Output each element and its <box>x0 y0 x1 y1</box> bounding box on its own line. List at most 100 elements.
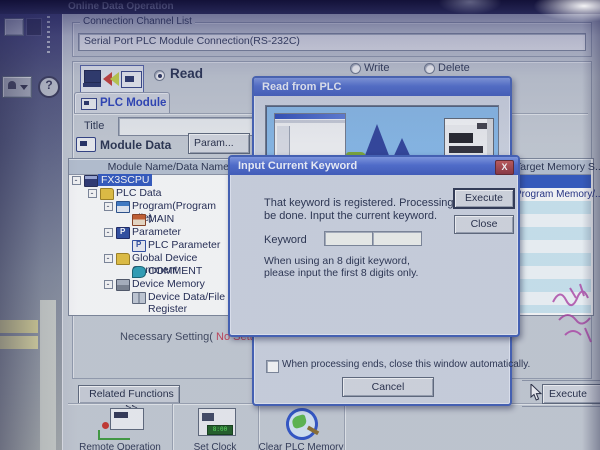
close-button[interactable]: X <box>495 160 514 175</box>
clear-plc-memory-button[interactable]: Clear PLC Memory <box>258 404 344 450</box>
magnifier-handle <box>306 425 320 436</box>
user-dropdown-button[interactable] <box>2 76 32 98</box>
connection-channel-field[interactable]: Serial Port PLC Module Connection(RS-232… <box>78 33 586 51</box>
toolbar-dark-button[interactable] <box>26 18 42 36</box>
editor-cell-yellow <box>0 320 38 333</box>
close-button-label: Close <box>470 218 498 230</box>
auto-close-checkbox[interactable] <box>266 360 279 373</box>
close-dialog-button[interactable]: Close <box>454 215 514 234</box>
tree-item-parameter[interactable]: Parameter <box>69 226 233 239</box>
computer-icon <box>84 70 101 83</box>
magnifier-glass <box>290 414 308 430</box>
tree-item-global-device-comment[interactable]: Global Device Comment <box>69 252 233 276</box>
plc-slot <box>449 146 483 153</box>
read-dialog-titlebar[interactable]: Read from PLC <box>254 78 510 96</box>
plc-parameter-icon <box>132 240 146 252</box>
cpu-icon <box>84 175 98 187</box>
tab-plc-module[interactable]: PLC Module <box>74 92 170 114</box>
write-radio-label: Write <box>364 62 390 74</box>
write-radio[interactable] <box>350 63 361 74</box>
caret-down-icon <box>20 85 28 90</box>
col-header-module-name[interactable]: Module Name/Data Name <box>71 161 229 173</box>
device-memory-icon <box>116 279 130 291</box>
keyword-label: Keyword <box>264 234 307 246</box>
related-functions-button[interactable]: Related Functions << <box>78 385 180 412</box>
delete-radio[interactable] <box>424 63 435 74</box>
set-clock-button[interactable]: 8:00 Set Clock <box>174 406 256 450</box>
screen: Online Data Operation ? Connection Chann… <box>0 0 600 450</box>
module-data-icon-slot <box>80 141 87 146</box>
arrow-left-green-icon <box>110 72 119 86</box>
screen-scribbles <box>552 283 592 343</box>
collapse-icon[interactable] <box>72 175 81 185</box>
keyword-note-line1: When using an 8 digit keyword, <box>264 255 410 267</box>
module-data-label: Module Data <box>100 138 172 152</box>
remote-operation-button[interactable]: Remote Operation <box>70 406 170 450</box>
folder-icon <box>116 253 130 265</box>
computer-base <box>83 83 101 87</box>
plc-vent <box>477 123 487 129</box>
help-button[interactable]: ? <box>38 76 60 98</box>
keyword-dialog-titlebar[interactable]: Input Current Keyword <box>230 157 518 175</box>
collapse-icon[interactable] <box>104 253 113 263</box>
clear-plc-memory-icon <box>282 404 322 444</box>
keyword-input-2[interactable] <box>372 231 422 246</box>
cancel-button[interactable]: Cancel <box>342 377 434 397</box>
tree-item-main[interactable]: MAIN <box>69 213 233 226</box>
remote-icon-cable <box>98 430 130 440</box>
cartridge-slot <box>125 76 134 82</box>
program-file-icon <box>132 214 146 226</box>
tree-item-label: PLC Parameter <box>148 239 221 251</box>
collapse-icon[interactable] <box>88 188 97 198</box>
toolbar-grid-button[interactable] <box>4 18 24 36</box>
window-title: Online Data Operation <box>68 1 174 12</box>
app-window-toolbar <box>275 120 345 123</box>
clock-icon-slot <box>202 413 214 421</box>
user-icon <box>8 81 16 89</box>
plc-module-icon <box>81 98 97 110</box>
collapse-icon[interactable] <box>104 279 113 289</box>
editor-cell-yellow <box>0 336 38 349</box>
param-program-button[interactable]: Param... <box>188 133 250 154</box>
mountain-icon <box>364 124 390 158</box>
tree-item-label: FX3SCPU <box>98 174 153 186</box>
separator-line <box>522 380 600 381</box>
collapse-icon[interactable] <box>104 227 113 237</box>
col-header-target-memory[interactable]: Target Memory S... <box>515 161 600 173</box>
related-item-label: Remote Operation <box>79 442 161 450</box>
param-button-label: Param... <box>194 137 234 149</box>
tree-item-fx3scpu[interactable]: FX3SCPU <box>69 174 233 187</box>
keyword-message-line2: be done. Input the current keyword. <box>264 210 438 222</box>
tree-item-device-memory[interactable]: Device Memory <box>69 278 233 291</box>
app-window-sidebar <box>277 126 290 158</box>
tree-item-device-data[interactable]: Device Data/File Register <box>69 291 233 315</box>
plc-cartridge-icon <box>121 71 142 88</box>
tree-item-label: COMMENT <box>148 265 203 277</box>
pc-plc-transfer-icon <box>80 65 144 94</box>
execute-button[interactable]: Execute <box>454 189 514 208</box>
tree-item-label: Device Memory <box>132 278 205 290</box>
tree-item-label: PLC Data <box>116 187 162 199</box>
tree-item-plc-parameter[interactable]: PLC Parameter <box>69 239 233 252</box>
keyword-input-1[interactable] <box>324 231 374 246</box>
clock-digital-display: 8:00 <box>207 425 233 435</box>
plc-slot <box>449 133 473 143</box>
collapse-icon[interactable] <box>104 201 113 211</box>
keyword-note-line2: please input the first 8 digits only. <box>264 267 419 279</box>
separator-line <box>522 406 600 407</box>
module-data-icon <box>76 137 96 152</box>
main-execute-button[interactable]: Execute <box>542 384 600 404</box>
mouse-cursor <box>530 384 543 401</box>
tree-item-label: Parameter <box>132 226 182 238</box>
tree-item-comment[interactable]: COMMENT <box>69 265 233 278</box>
delete-radio-label: Delete <box>438 62 470 74</box>
read-radio[interactable] <box>154 70 165 81</box>
divider <box>172 404 173 450</box>
cancel-button-label: Cancel <box>371 381 405 393</box>
device-data-icon <box>132 292 146 304</box>
tree-item-plc-data[interactable]: PLC Data <box>69 187 233 200</box>
app-window-titlebar <box>275 114 345 119</box>
connection-group-label: Connection Channel List <box>80 16 195 27</box>
tree-item-program[interactable]: Program(Program File) <box>69 200 233 224</box>
toolbar-handle[interactable] <box>47 16 50 56</box>
